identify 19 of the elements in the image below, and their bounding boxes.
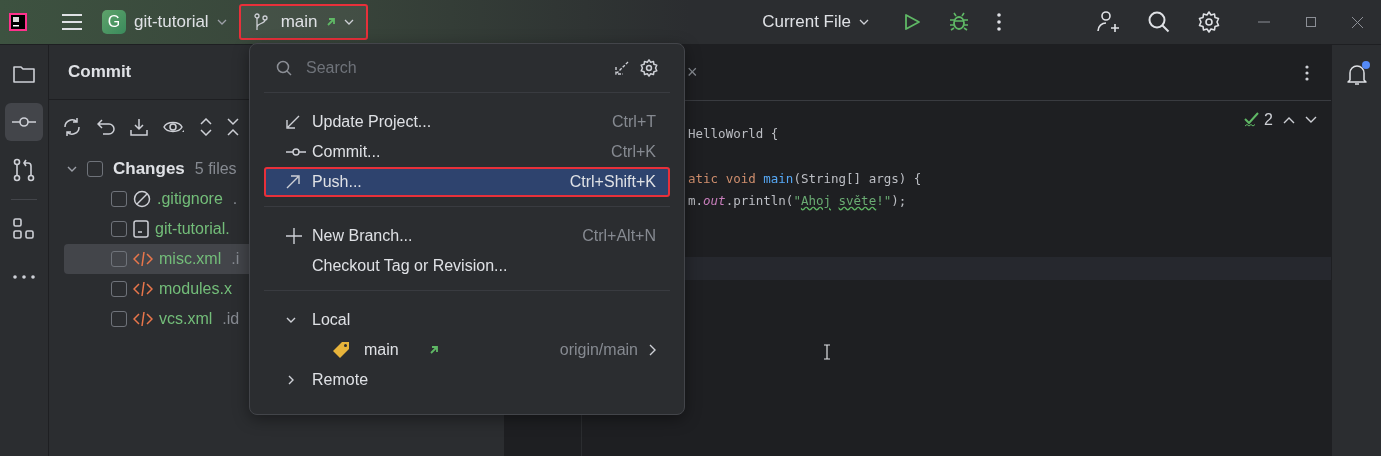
file-count: 5 files bbox=[194, 160, 237, 178]
problem-count: 2 bbox=[1264, 111, 1273, 129]
file-name: .gitignore bbox=[157, 190, 223, 208]
code-line: atic void main(String[] args) { bbox=[688, 170, 922, 186]
code-line: m.out.println("Ahoj světe!"); bbox=[688, 193, 907, 209]
file-name: git-tutorial. bbox=[155, 220, 230, 238]
file-location: .id bbox=[222, 310, 240, 328]
file-location: .i bbox=[231, 250, 240, 268]
tracked-branch: origin/main bbox=[559, 341, 638, 359]
code-line: HelloWorld { bbox=[688, 126, 779, 141]
project-name: git-tutorial bbox=[134, 12, 209, 32]
changes-label: Changes bbox=[113, 159, 185, 179]
file-name: modules.x bbox=[159, 280, 232, 298]
file-location: . bbox=[232, 190, 238, 208]
project-badge: G bbox=[102, 10, 126, 34]
file-name: vcs.xml bbox=[159, 310, 213, 328]
branch-name: main bbox=[280, 12, 318, 32]
branch-name: main bbox=[364, 341, 399, 359]
file-name: misc.xml bbox=[159, 250, 222, 268]
